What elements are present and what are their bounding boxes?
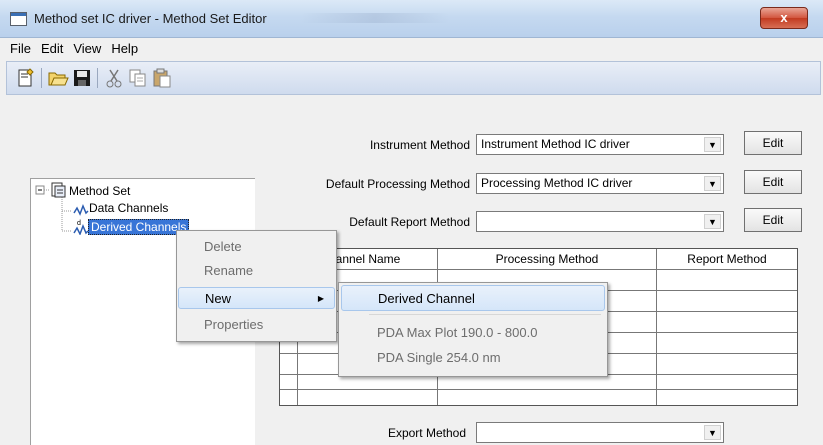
open-icon[interactable] — [47, 67, 69, 89]
chevron-down-icon[interactable]: ▼ — [704, 425, 721, 440]
toolbar — [6, 61, 821, 95]
report-method-label: Default Report Method — [349, 215, 470, 229]
grid-header-report-method[interactable]: Report Method — [657, 252, 797, 266]
grid-row-line — [280, 389, 797, 390]
save-icon[interactable] — [71, 67, 93, 89]
instrument-method-value: Instrument Method IC driver — [481, 137, 630, 151]
tree-item-derived-channels[interactable]: Derived Channels — [88, 219, 190, 235]
menu-edit[interactable]: Edit — [37, 38, 69, 58]
context-menu-properties[interactable]: Properties — [178, 314, 335, 336]
processing-method-value: Processing Method IC driver — [481, 176, 633, 190]
tree-item-data-channels[interactable]: Data Channels — [89, 201, 168, 215]
data-channel-icon — [73, 203, 89, 216]
copy-icon[interactable] — [127, 67, 149, 89]
grid-header-processing-method[interactable]: Processing Method — [438, 252, 656, 266]
new-submenu: Derived Channel PDA Max Plot 190.0 - 800… — [338, 282, 608, 377]
grid-col-line — [656, 249, 657, 405]
grid-header-divider — [280, 269, 797, 270]
new-icon[interactable] — [15, 67, 37, 89]
app-icon[interactable] — [10, 12, 27, 26]
context-menu-new-label: New — [205, 291, 232, 306]
submenu-arrow-icon: ▶ — [317, 294, 324, 303]
processing-method-label: Default Processing Method — [325, 177, 470, 191]
menu-bar: File Edit View Help — [0, 38, 823, 58]
derived-channel-icon: d — [73, 220, 89, 235]
submenu-pda-single[interactable]: PDA Single 254.0 nm — [341, 345, 605, 371]
instrument-method-label: Instrument Method — [369, 138, 470, 152]
processing-method-select[interactable]: Processing Method IC driver ▼ — [476, 173, 724, 194]
chevron-down-icon[interactable]: ▼ — [704, 137, 721, 152]
paste-icon[interactable] — [151, 67, 173, 89]
menu-view[interactable]: View — [69, 38, 107, 58]
context-menu: Delete Rename New ▶ Properties — [176, 230, 337, 342]
title-bar-blur — [300, 13, 450, 23]
context-menu-new[interactable]: New ▶ — [178, 287, 335, 309]
context-menu-rename[interactable]: Rename — [178, 260, 335, 282]
cut-icon[interactable] — [103, 67, 125, 89]
edit-processing-button[interactable]: Edit — [744, 170, 802, 194]
chevron-down-icon[interactable]: ▼ — [704, 176, 721, 191]
toolbar-separator — [41, 68, 42, 88]
method-set-icon — [51, 182, 66, 198]
edit-report-button[interactable]: Edit — [744, 208, 802, 232]
chevron-down-icon[interactable]: ▼ — [704, 214, 721, 229]
menu-help[interactable]: Help — [107, 38, 144, 58]
submenu-separator — [369, 314, 601, 315]
export-method-label: Export Method — [387, 426, 466, 440]
submenu-derived-channel[interactable]: Derived Channel — [341, 285, 605, 311]
menu-file[interactable]: File — [6, 38, 37, 58]
export-method-select[interactable]: ▼ — [476, 422, 724, 443]
toolbar-separator — [97, 68, 98, 88]
close-button[interactable]: x — [760, 7, 808, 29]
report-method-select[interactable]: ▼ — [476, 211, 724, 232]
svg-text:d: d — [77, 220, 81, 227]
edit-instrument-button[interactable]: Edit — [744, 131, 802, 155]
submenu-pda-max-plot[interactable]: PDA Max Plot 190.0 - 800.0 — [341, 320, 605, 346]
tree-root-method-set[interactable]: Method Set — [69, 184, 130, 198]
window-title: Method set IC driver - Method Set Editor — [34, 11, 267, 26]
title-bar: Method set IC driver - Method Set Editor… — [0, 0, 823, 38]
instrument-method-select[interactable]: Instrument Method IC driver ▼ — [476, 134, 724, 155]
context-menu-delete[interactable]: Delete — [178, 236, 335, 258]
